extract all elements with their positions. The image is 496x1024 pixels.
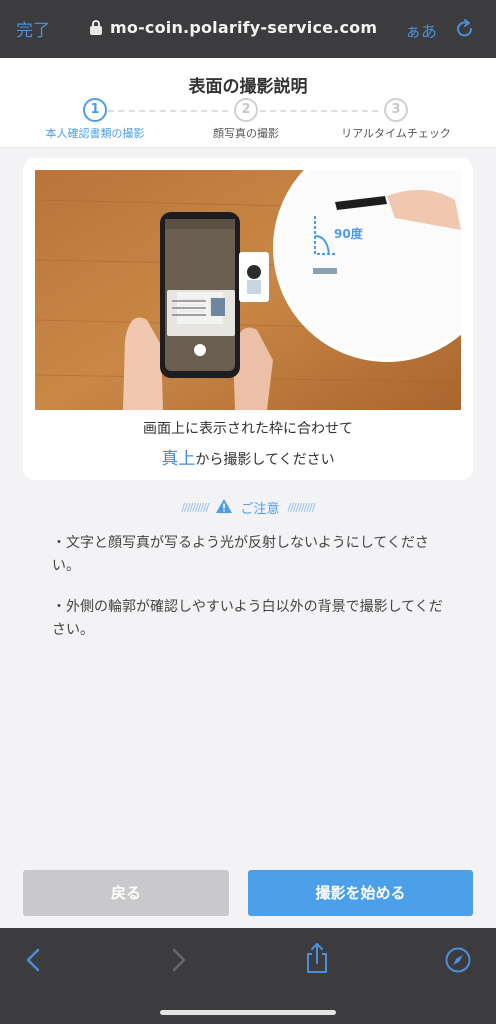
- angle-label: 90度: [334, 226, 364, 241]
- text-size-button[interactable]: ぁあ: [405, 18, 437, 42]
- back-button[interactable]: 戻る: [23, 870, 229, 916]
- step-2: 2 顔写真の撮影: [166, 98, 326, 141]
- url-text: mo-coin.polarify-service.com: [110, 18, 378, 37]
- share-icon[interactable]: [304, 942, 330, 978]
- caution-decoration: //////////: [181, 501, 209, 514]
- caution-heading: ////////// ご注意 //////////: [0, 498, 496, 517]
- forward-nav-icon[interactable]: [166, 946, 190, 978]
- step-number: 3: [384, 98, 408, 122]
- caution-note: ・外側の輪郭が確認しやすいよう白以外の背景で撮影してください。: [52, 599, 443, 638]
- instruction-image: 90度: [35, 170, 461, 410]
- instruction-card: 90度 画面上に表示された枠に合わせて 真上から撮影してください: [23, 158, 473, 480]
- step-label: 顔写真の撮影: [213, 127, 279, 140]
- step-number: 2: [234, 98, 258, 122]
- warning-icon: [216, 498, 233, 517]
- caution-note: ・文字と顔写真が写るよう光が反射しないようにしてください。: [52, 535, 429, 574]
- step-number: 1: [83, 98, 107, 122]
- step-label: リアルタイムチェック: [341, 127, 451, 140]
- page-title: 表面の撮影説明: [188, 77, 308, 97]
- browser-bottom-toolbar: [0, 928, 496, 1024]
- page-header: 表面の撮影説明 1 本人確認書類の撮影 2 顔写真の撮影 3 リアルタイムチェッ…: [0, 58, 496, 148]
- step-label: 本人確認書類の撮影: [45, 127, 145, 140]
- caution-decoration: //////////: [287, 501, 316, 514]
- start-capture-button[interactable]: 撮影を始める: [248, 870, 473, 916]
- reload-icon[interactable]: [454, 18, 476, 44]
- step-1: 1 本人確認書類の撮影: [15, 98, 175, 141]
- instruction-rest: から撮影してください: [195, 452, 335, 468]
- step-3: 3 リアルタイムチェック: [316, 98, 476, 141]
- browser-top-bar: 完了 mo-coin.polarify-service.com ぁあ: [0, 0, 496, 58]
- instruction-line-2: 真上から撮影してください: [23, 444, 473, 469]
- home-indicator: [160, 1010, 336, 1015]
- lock-icon: [90, 20, 102, 35]
- compass-icon[interactable]: [444, 946, 472, 978]
- address-bar[interactable]: mo-coin.polarify-service.com: [90, 18, 377, 37]
- done-button[interactable]: 完了: [16, 16, 50, 41]
- emphasis-text: 真上: [161, 449, 196, 469]
- back-nav-icon[interactable]: [22, 946, 46, 978]
- caution-title: ご注意: [240, 502, 280, 517]
- instruction-line-1: 画面上に表示された枠に合わせて: [143, 421, 353, 437]
